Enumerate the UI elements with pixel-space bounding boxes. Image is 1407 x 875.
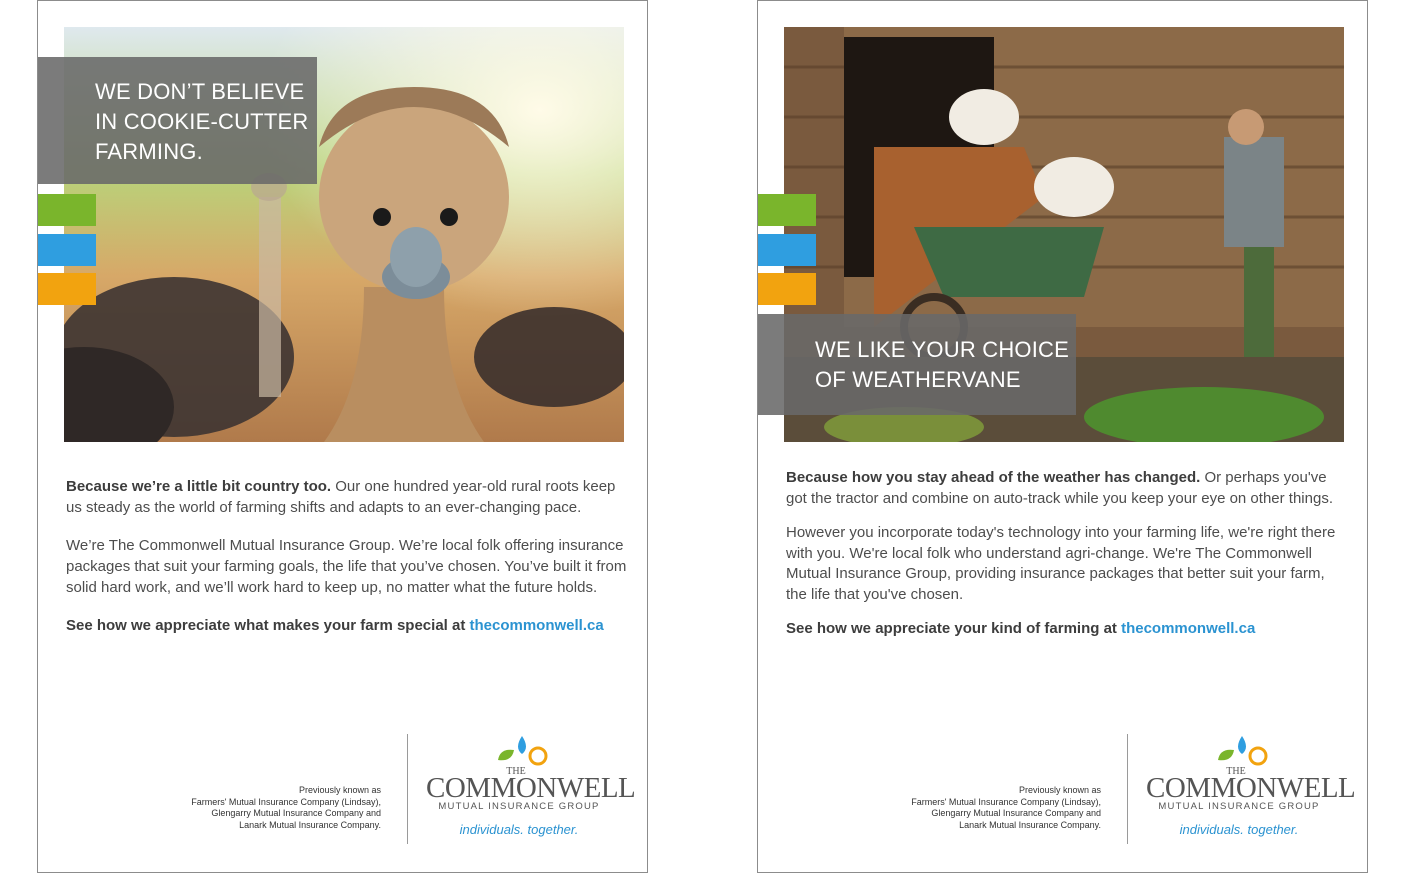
website-link[interactable]: thecommonwell.ca — [1121, 620, 1255, 637]
ad-panel-left: WE DON’T BELIEVE IN COOKIE-CUTTER FARMIN… — [37, 0, 648, 873]
headline-line: WE LIKE YOUR CHOICE — [815, 337, 1069, 362]
logo-mark-icon — [1218, 736, 1268, 766]
headline-line: OF WEATHERVANE — [815, 367, 1021, 392]
commonwell-logo: THE COMMONWELL MUTUAL INSURANCE GROUP in… — [1146, 734, 1356, 844]
call-to-action: See how we appreciate your kind of farmi… — [786, 620, 1256, 637]
body-copy: Because how you stay ahead of the weathe… — [786, 468, 1348, 654]
green-swatch — [38, 194, 96, 226]
headline-box: WE DON’T BELIEVE IN COOKIE-CUTTER FARMIN… — [38, 57, 317, 184]
divider — [407, 734, 408, 844]
orange-swatch — [38, 273, 96, 305]
paragraph-body: We’re The Commonwell Mutual Insurance Gr… — [66, 537, 627, 596]
body-copy: Because we’re a little bit country too. … — [66, 476, 631, 653]
headline-line: IN COOKIE-CUTTER — [95, 109, 309, 134]
ad-panel-right: WE LIKE YOUR CHOICE OF WEATHERVANE Becau… — [757, 0, 1368, 873]
previously-known-as: Previously known as Farmers' Mutual Insur… — [911, 785, 1101, 830]
paragraph-intro: Because we’re a little bit country too. … — [66, 478, 616, 516]
previously-known-as: Previously known as Farmers' Mutual Insur… — [191, 785, 381, 830]
orange-swatch — [758, 273, 816, 305]
headline-line: FARMING. — [95, 139, 203, 164]
divider — [1127, 734, 1128, 844]
commonwell-logo: THE COMMONWELL MUTUAL INSURANCE GROUP in… — [426, 734, 636, 844]
website-link[interactable]: thecommonwell.ca — [470, 617, 604, 634]
green-swatch — [758, 194, 816, 226]
headline-line: WE DON’T BELIEVE — [95, 79, 305, 104]
paragraph-body: However you incorporate today's technolo… — [786, 524, 1336, 603]
blue-swatch — [758, 234, 816, 266]
logo-mark-icon — [498, 736, 548, 766]
paragraph-intro: Because how you stay ahead of the weathe… — [786, 469, 1333, 507]
call-to-action: See how we appreciate what makes your fa… — [66, 617, 604, 634]
blue-swatch — [38, 234, 96, 266]
headline-box: WE LIKE YOUR CHOICE OF WEATHERVANE — [758, 314, 1076, 415]
